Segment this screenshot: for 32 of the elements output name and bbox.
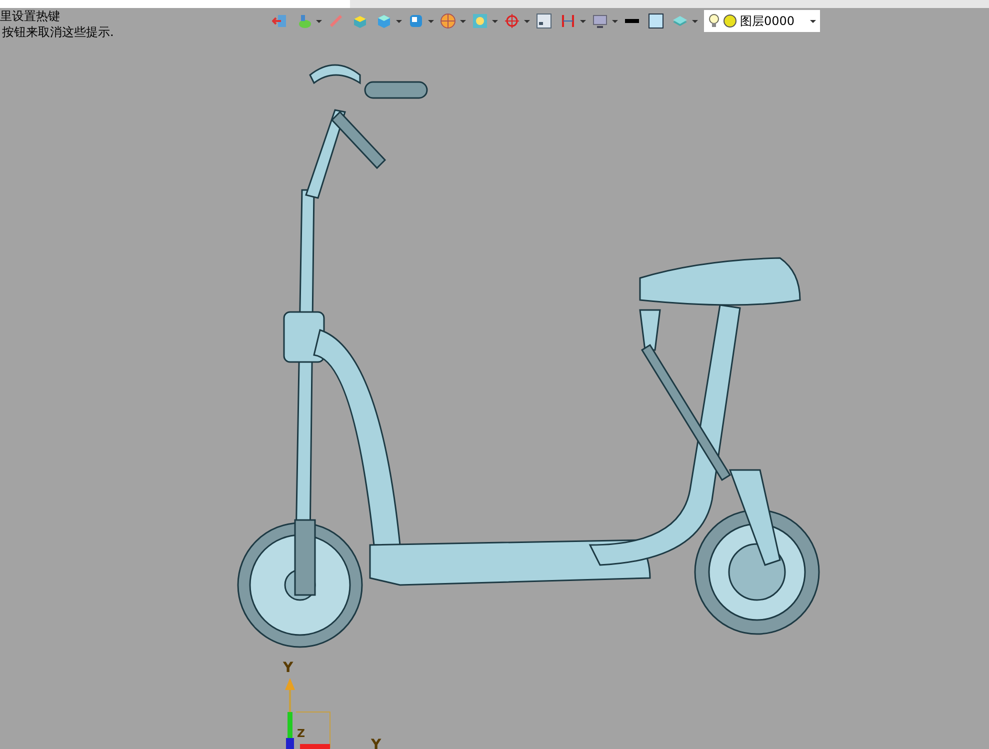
dropdown-caret-icon[interactable] xyxy=(316,20,322,22)
hint-text: 里设置热键 xyxy=(0,8,61,24)
box-icon xyxy=(352,13,368,29)
lightbulb-icon xyxy=(708,13,720,29)
dropdown-caret-icon[interactable] xyxy=(692,20,698,22)
z-axis-label: Z xyxy=(297,727,305,740)
dropdown-caret-icon[interactable] xyxy=(460,20,466,22)
sphere-icon xyxy=(440,13,456,29)
layer-dropdown[interactable]: 图层0000 xyxy=(704,10,820,32)
sphere-tool-button[interactable] xyxy=(438,11,458,31)
exit-icon xyxy=(272,13,288,29)
dropdown-caret-icon[interactable] xyxy=(580,20,586,22)
color-tool-button[interactable] xyxy=(646,11,666,31)
color-icon xyxy=(648,13,664,29)
dimension-icon xyxy=(560,13,576,29)
x-axis-label: Y xyxy=(371,737,382,749)
circle-icon xyxy=(723,14,737,28)
dropdown-caret-icon[interactable] xyxy=(524,20,530,22)
dropdown-caret-icon[interactable] xyxy=(612,20,618,22)
y-axis-label: Y xyxy=(283,660,294,676)
hint-text: 按钮来取消这些提示. xyxy=(1,24,115,40)
window-icon xyxy=(536,13,552,29)
dropdown-caret-icon[interactable] xyxy=(428,20,434,22)
axis-triad-drawing xyxy=(285,678,330,749)
monitor-icon xyxy=(592,13,608,29)
dropdown-caret-icon[interactable] xyxy=(396,20,402,22)
layers-icon xyxy=(672,13,688,29)
cube-icon xyxy=(376,13,392,29)
window-tool-button[interactable] xyxy=(534,11,554,31)
dropdown-caret-icon[interactable] xyxy=(492,20,498,22)
target-icon xyxy=(504,13,520,29)
brush-icon xyxy=(328,13,344,29)
